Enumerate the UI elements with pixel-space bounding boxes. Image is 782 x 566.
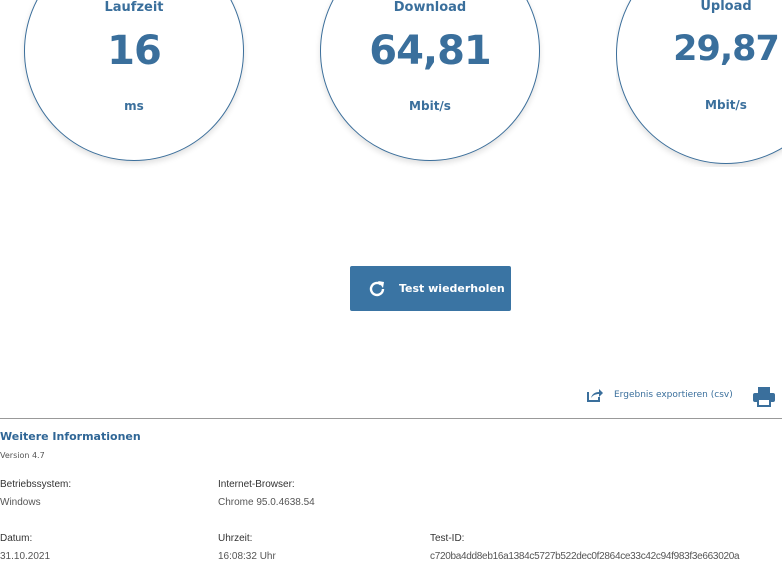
latency-value: 16 [107,28,162,74]
export-label: Ergebnis exportieren (csv) [614,390,733,400]
latency-unit: ms [124,99,144,113]
os-label: Betriebssystem: [0,479,72,490]
upload-value: 29,87 [673,29,780,69]
export-icon [587,389,603,402]
upload-unit: Mbit/s [705,98,747,112]
print-button[interactable] [753,387,775,411]
retry-test-button[interactable]: Test wiederholen [350,266,511,311]
retry-label: Test wiederholen [399,282,505,295]
upload-gauge-ring [616,0,782,164]
time-value: 16:08:32 Uhr [218,551,276,562]
download-value: 64,81 [369,28,492,74]
export-csv-link[interactable]: Ergebnis exportieren (csv) [587,388,733,402]
download-gauge: Download 64,81 Mbit/s [320,0,540,161]
browser-value: Chrome 95.0.4638.54 [218,497,315,508]
browser-label: Internet-Browser: [218,479,295,490]
latency-label: Laufzeit [104,0,164,15]
upload-gauge: Upload 29,87 Mbit/s [616,0,782,167]
upload-label: Upload [700,0,752,14]
version-text: Version 4.7 [0,451,45,460]
info-title: Weitere Informationen [0,430,141,443]
testid-label: Test-ID: [430,533,465,544]
time-label: Uhrzeit: [218,533,253,544]
divider [0,418,782,419]
latency-gauge: Laufzeit 16 ms [24,0,244,161]
date-label: Datum: [0,533,33,544]
print-icon [753,387,775,407]
testid-value: c720ba4dd8eb16a1384c5727b522dec0f2864ce3… [430,551,740,562]
refresh-icon [369,280,385,296]
os-value: Windows [0,497,41,508]
download-label: Download [393,0,467,15]
date-value: 31.10.2021 [0,551,51,562]
download-unit: Mbit/s [409,99,451,113]
